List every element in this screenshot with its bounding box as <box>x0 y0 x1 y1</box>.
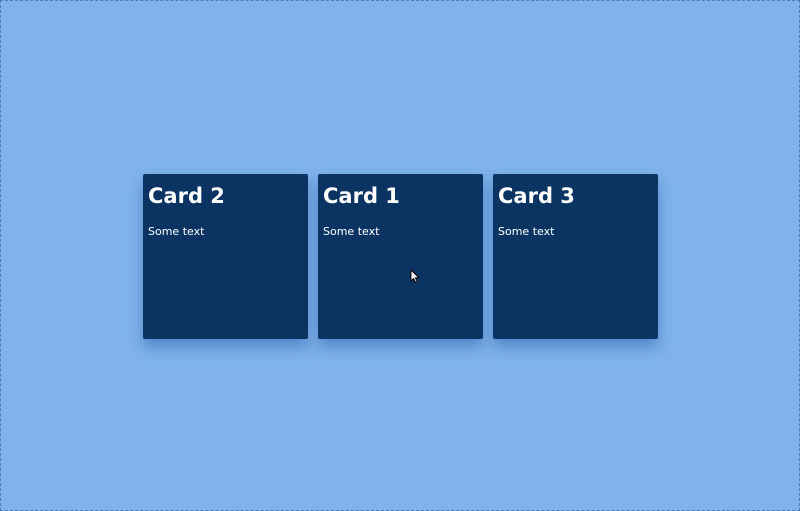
card-title: Card 3 <box>498 184 575 208</box>
card-text: Some text <box>323 225 380 238</box>
card-row: Card 2 Some text Card 1 Some text Card 3… <box>143 174 658 339</box>
card-1[interactable]: Card 1 Some text <box>318 174 483 339</box>
card-text: Some text <box>498 225 555 238</box>
card-title: Card 1 <box>323 184 400 208</box>
card-3[interactable]: Card 3 Some text <box>493 174 658 339</box>
card-text: Some text <box>148 225 205 238</box>
mouse-pointer-icon <box>410 269 420 283</box>
card-title: Card 2 <box>148 184 225 208</box>
card-2[interactable]: Card 2 Some text <box>143 174 308 339</box>
